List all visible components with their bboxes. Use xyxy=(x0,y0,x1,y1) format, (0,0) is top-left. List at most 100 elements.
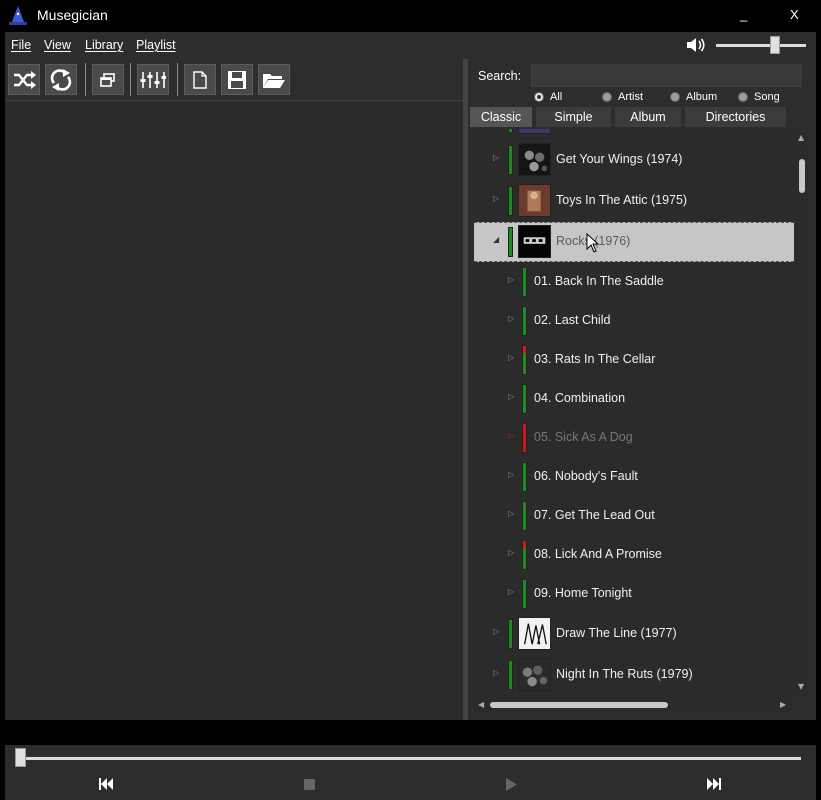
expand-arrow-icon[interactable]: ▷ xyxy=(508,470,514,479)
filter-all-radio[interactable]: All xyxy=(534,91,562,103)
tree-row-album[interactable]: ▷ Draw The Line (1977) xyxy=(474,615,794,655)
expand-arrow-icon[interactable]: ▷ xyxy=(493,668,499,677)
filter-artist-radio[interactable]: Artist xyxy=(602,91,643,103)
tree-row-song[interactable]: ▷ 03. Rats In The Cellar xyxy=(474,341,794,380)
song-label: 08. Lick And A Promise xyxy=(534,547,662,561)
rating-bar xyxy=(508,145,513,175)
scroll-left-icon[interactable]: ◀ xyxy=(478,700,484,709)
expand-arrow-icon[interactable]: ▷ xyxy=(508,392,514,401)
tree-row-album[interactable]: ▷ Get Your Wings (1974) xyxy=(474,141,794,181)
scroll-right-icon[interactable]: ▶ xyxy=(780,700,786,709)
toolbar-separator xyxy=(130,63,131,96)
save-icon xyxy=(228,70,246,89)
tree-row-album-selected[interactable]: ◢ Rocks (1976) xyxy=(474,222,794,262)
vertical-scroll-thumb[interactable] xyxy=(799,159,805,193)
vertical-scrollbar[interactable]: ▲ ▼ xyxy=(795,129,809,697)
equalizer-button[interactable] xyxy=(137,64,169,95)
rating-bar xyxy=(508,619,513,649)
seek-bar-track[interactable] xyxy=(19,757,801,760)
tab-album[interactable]: Album xyxy=(615,107,681,127)
radio-dot xyxy=(670,92,680,102)
playlist-panel[interactable] xyxy=(5,100,463,720)
song-label: 02. Last Child xyxy=(534,313,611,327)
speaker-icon[interactable] xyxy=(685,36,707,54)
tree-row-song[interactable]: ▷ 09. Home Tonight xyxy=(474,575,794,614)
menu-playlist[interactable]: Playlist xyxy=(136,38,176,52)
expand-arrow-icon[interactable]: ▷ xyxy=(508,548,514,557)
toolbar xyxy=(5,59,463,100)
radio-dot xyxy=(738,92,748,102)
tab-simple[interactable]: Simple xyxy=(536,107,611,127)
mouse-cursor-icon xyxy=(586,233,600,253)
expand-arrow-icon[interactable]: ▷ xyxy=(508,353,514,362)
previous-track-button[interactable] xyxy=(96,776,116,792)
library-tree[interactable]: ▷ Get Your Wings (1974) ▷ Toys In The At… xyxy=(474,129,794,697)
horizontal-scrollbar[interactable]: ◀ ▶ xyxy=(474,697,794,713)
menu-view[interactable]: View xyxy=(44,38,71,52)
seek-bar-thumb[interactable] xyxy=(15,748,26,767)
rating-bar xyxy=(522,462,527,492)
menu-library[interactable]: Library xyxy=(85,38,123,52)
wizard-hat-icon xyxy=(9,6,27,25)
player-controls xyxy=(5,745,816,800)
expand-arrow-icon[interactable]: ▷ xyxy=(493,194,499,203)
window-restore-button[interactable] xyxy=(92,64,124,95)
rating-bar xyxy=(522,579,527,609)
rating-bar xyxy=(522,501,527,531)
tab-classic[interactable]: Classic xyxy=(470,107,532,127)
window-title: Musegician xyxy=(37,7,108,23)
shuffle-button[interactable] xyxy=(8,64,40,95)
tree-row-song-disabled[interactable]: ▷ 05. Sick As A Dog xyxy=(474,419,794,458)
close-button[interactable]: X xyxy=(790,7,799,22)
play-button[interactable] xyxy=(501,776,521,792)
tree-row-song[interactable]: ▷ 07. Get The Lead Out xyxy=(474,497,794,536)
search-input[interactable] xyxy=(531,64,802,87)
rating-bar xyxy=(522,267,527,297)
tree-row-album[interactable]: ▷ Toys In The Attic (1975) xyxy=(474,182,794,222)
volume-slider-thumb[interactable] xyxy=(769,36,780,54)
menu-bar: File View Library Playlist xyxy=(5,32,816,59)
tree-row-song[interactable]: ▷ 01. Back In The Saddle xyxy=(474,263,794,302)
title-bar: Musegician _ X xyxy=(0,0,821,32)
open-button[interactable] xyxy=(258,64,290,95)
tree-row-album[interactable]: ▷ Night In The Ruts (1979) xyxy=(474,656,794,696)
expand-arrow-icon[interactable]: ▷ xyxy=(493,153,499,162)
new-playlist-button[interactable] xyxy=(184,64,216,95)
skip-forward-icon xyxy=(707,778,721,790)
minimize-button[interactable]: _ xyxy=(740,7,747,22)
volume-slider-track[interactable] xyxy=(716,44,806,47)
rating-bar xyxy=(508,186,513,216)
album-art xyxy=(518,143,551,176)
tree-row-song[interactable]: ▷ 04. Combination xyxy=(474,380,794,419)
new-file-icon xyxy=(193,70,207,89)
expand-arrow-icon[interactable]: ▷ xyxy=(493,627,499,636)
expand-arrow-icon[interactable]: ▷ xyxy=(508,587,514,596)
expand-arrow-icon[interactable]: ▷ xyxy=(508,314,514,323)
tree-row-song[interactable]: ▷ 06. Nobody's Fault xyxy=(474,458,794,497)
filter-artist-label: Artist xyxy=(618,91,644,103)
tree-row-partial xyxy=(474,129,794,135)
rating-bar xyxy=(508,129,513,133)
tree-row-song[interactable]: ▷ 02. Last Child xyxy=(474,302,794,341)
scroll-up-icon[interactable]: ▲ xyxy=(798,133,804,142)
repeat-button[interactable] xyxy=(45,64,77,95)
album-label: Draw The Line (1977) xyxy=(556,626,677,640)
album-label: Night In The Ruts (1979) xyxy=(556,667,693,681)
stop-button[interactable] xyxy=(299,776,319,792)
album-art xyxy=(518,225,551,258)
scroll-down-icon[interactable]: ▼ xyxy=(798,682,804,691)
filter-song-radio[interactable]: Song xyxy=(738,91,780,103)
save-button[interactable] xyxy=(221,64,253,95)
expand-arrow-icon[interactable]: ▷ xyxy=(508,509,514,518)
tree-row-song[interactable]: ▷ 08. Lick And A Promise xyxy=(474,536,794,575)
expand-arrow-icon[interactable]: ▷ xyxy=(508,275,514,284)
collapse-arrow-icon[interactable]: ◢ xyxy=(493,235,499,244)
next-track-button[interactable] xyxy=(704,776,724,792)
tab-directories[interactable]: Directories xyxy=(685,107,786,127)
window-restore-icon xyxy=(100,72,115,87)
horizontal-scroll-thumb[interactable] xyxy=(490,702,668,708)
expand-arrow-icon[interactable]: ▷ xyxy=(508,431,514,440)
menu-file[interactable]: File xyxy=(11,38,31,52)
filter-album-radio[interactable]: Album xyxy=(670,91,717,103)
filter-all-label: All xyxy=(550,91,563,103)
